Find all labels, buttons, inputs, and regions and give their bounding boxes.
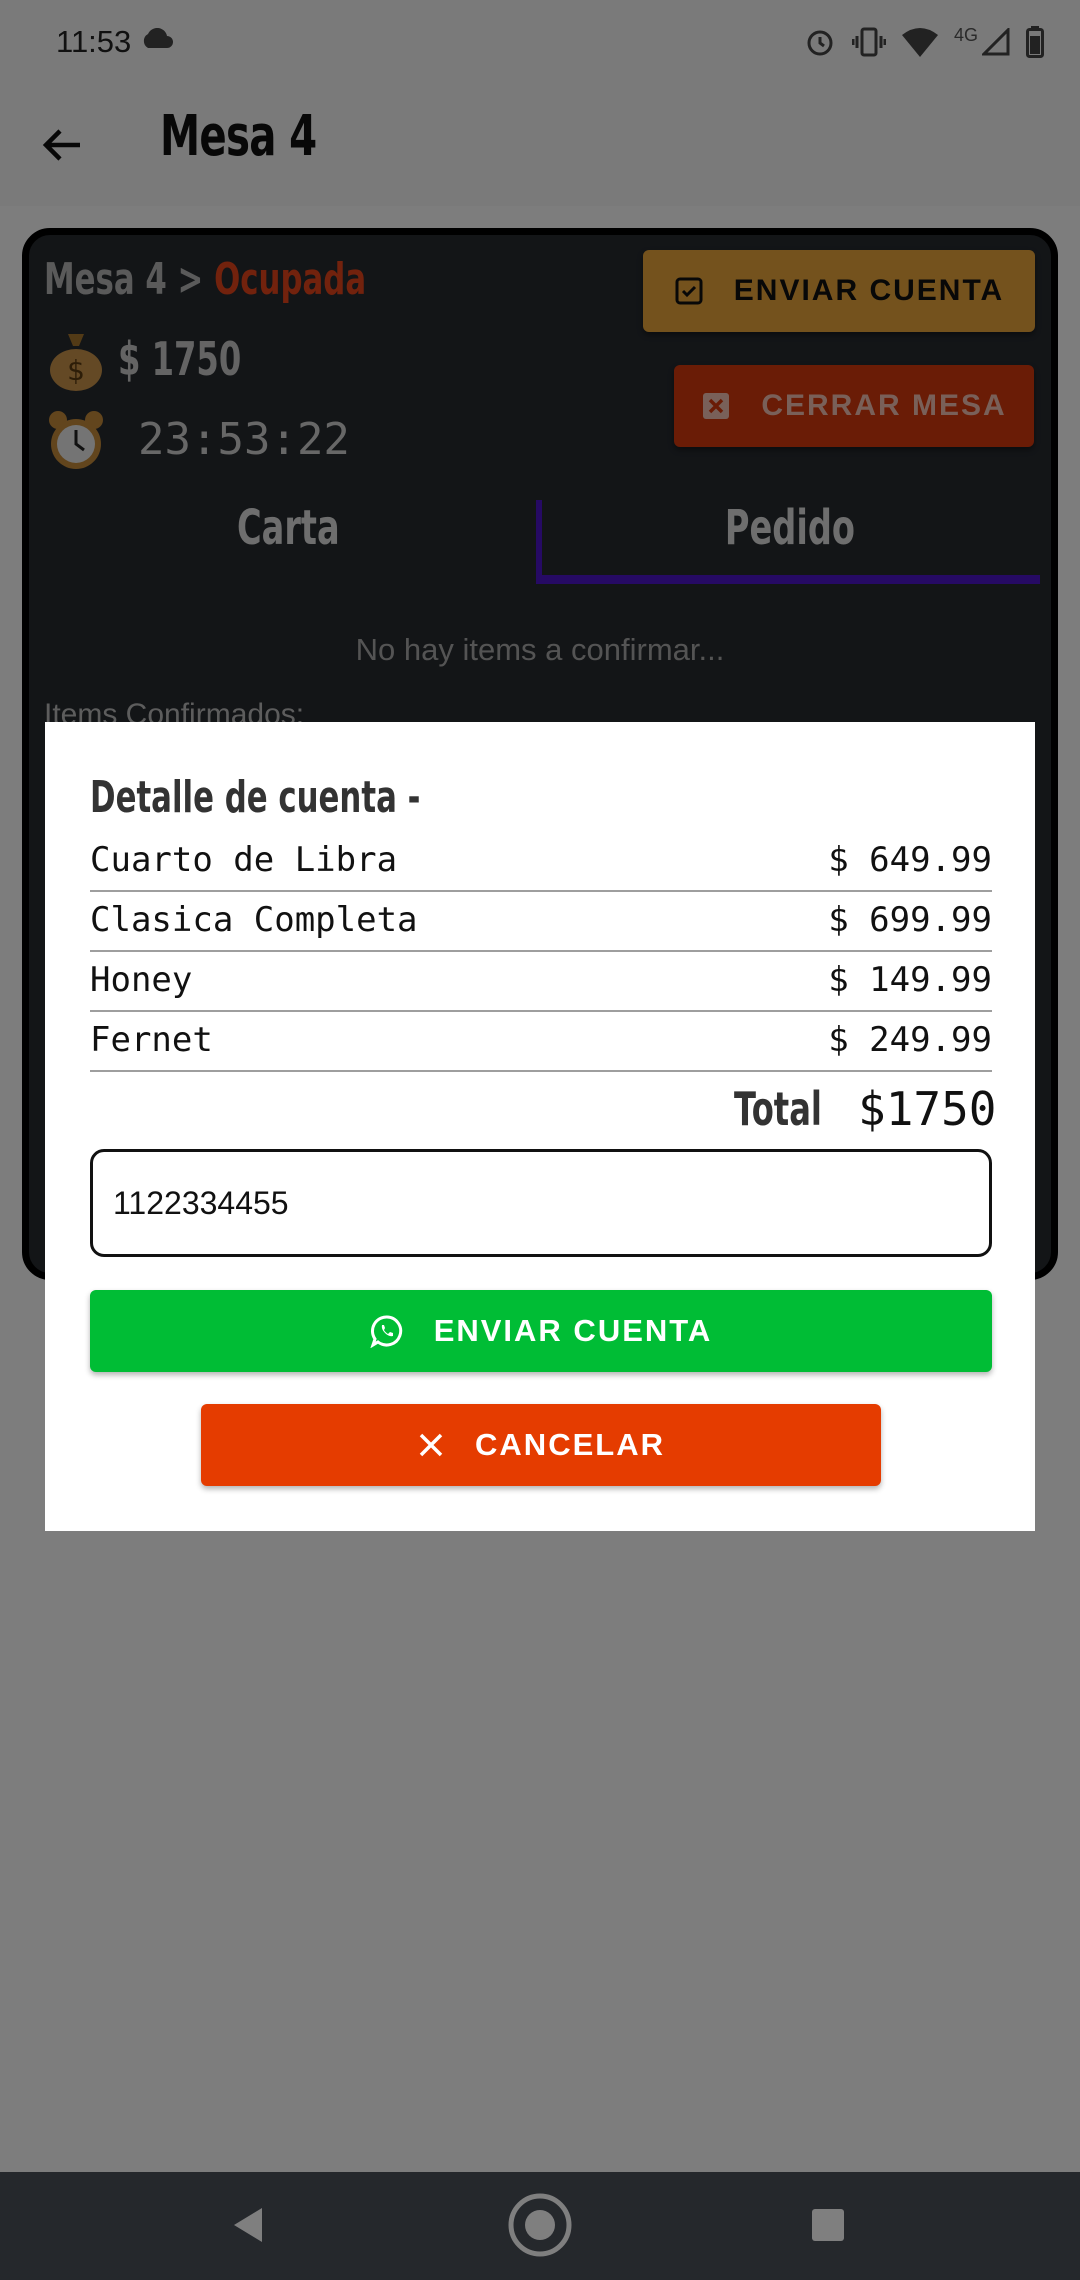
bill-total-value: $1750 bbox=[858, 1082, 997, 1136]
cancel-button[interactable]: CANCELAR bbox=[201, 1404, 881, 1486]
close-icon bbox=[419, 1433, 443, 1457]
bill-item-price: $ 149.99 bbox=[828, 960, 992, 1000]
bill-item-row: Fernet $ 249.99 bbox=[90, 1010, 992, 1072]
bill-item-name: Honey bbox=[90, 960, 193, 1000]
send-whatsapp-button[interactable]: ENVIAR CUENTA bbox=[90, 1290, 992, 1372]
send-whatsapp-label: ENVIAR CUENTA bbox=[433, 1313, 713, 1348]
bill-item-row: Cuarto de Libra $ 649.99 bbox=[90, 830, 992, 892]
bill-item-name: Cuarto de Libra bbox=[90, 840, 398, 880]
bill-item-name: Fernet bbox=[90, 1020, 213, 1060]
phone-number-input[interactable] bbox=[90, 1149, 992, 1257]
bill-item-price: $ 699.99 bbox=[828, 900, 992, 940]
bill-item-row: Honey $ 149.99 bbox=[90, 950, 992, 1012]
bill-total-label: Total bbox=[734, 1082, 822, 1136]
whatsapp-icon bbox=[370, 1315, 402, 1348]
bill-item-price: $ 249.99 bbox=[828, 1020, 992, 1060]
dialog-title: Detalle de cuenta - bbox=[90, 772, 421, 823]
bill-item-price: $ 649.99 bbox=[828, 840, 992, 880]
cancel-label: CANCELAR bbox=[475, 1427, 665, 1462]
bill-item-row: Clasica Completa $ 699.99 bbox=[90, 890, 992, 952]
bill-item-name: Clasica Completa bbox=[90, 900, 418, 940]
